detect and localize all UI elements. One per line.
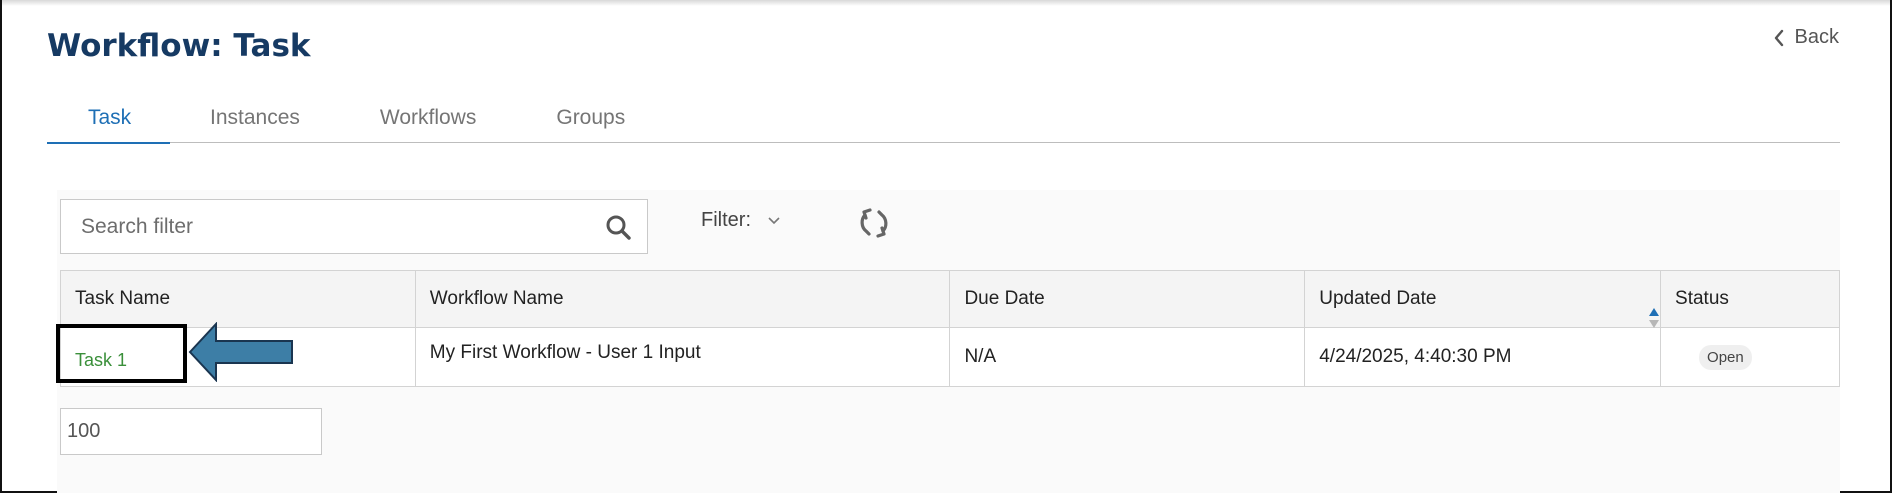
column-header-due-date[interactable]: Due Date	[949, 270, 1306, 328]
search-icon[interactable]	[605, 214, 631, 240]
status-badge: Open	[1699, 344, 1752, 370]
page-title: Workflow: Task	[47, 28, 311, 64]
filter-dropdown[interactable]: Filter:	[701, 209, 781, 232]
task-table: Task Name Workflow Name Due Date Updated…	[60, 270, 1840, 387]
tab-bar: Task Instances Workflows Groups	[47, 100, 1840, 144]
search-box	[60, 199, 648, 254]
column-header-workflow-name[interactable]: Workflow Name	[414, 270, 951, 328]
refresh-icon[interactable]	[857, 206, 891, 240]
workflow-name-text: My First Workflow - User 1 Input	[429, 342, 701, 363]
filter-label: Filter:	[701, 209, 751, 231]
chevron-left-icon	[1774, 29, 1783, 46]
cell-status: Open	[1660, 327, 1840, 387]
column-header-status[interactable]: Status	[1660, 270, 1840, 328]
back-button[interactable]: Back	[1773, 26, 1839, 49]
table-header-row: Task Name Workflow Name Due Date Updated…	[60, 270, 1840, 329]
tab-instances[interactable]: Instances	[170, 100, 340, 143]
search-input[interactable]	[81, 214, 581, 239]
column-header-task-name[interactable]: Task Name	[60, 270, 416, 328]
annotation-highlight-box	[56, 324, 187, 383]
page-size-box	[60, 408, 322, 455]
cell-updated-date: 4/24/2025, 4:40:30 PM	[1304, 327, 1662, 387]
tab-task[interactable]: Task	[47, 100, 170, 144]
page-size-input[interactable]	[67, 420, 307, 443]
sort-arrows-icon[interactable]	[1648, 307, 1660, 329]
column-header-updated-date[interactable]: Updated Date	[1304, 270, 1662, 329]
tab-workflows[interactable]: Workflows	[340, 100, 516, 143]
back-label: Back	[1794, 26, 1839, 48]
chevron-down-icon	[768, 216, 780, 224]
updated-date-label: Updated Date	[1319, 288, 1437, 309]
table-row[interactable]: Task 1 My First Workflow - User 1 Input …	[60, 327, 1840, 387]
tab-groups[interactable]: Groups	[516, 100, 665, 143]
cell-due-date: N/A	[949, 327, 1306, 387]
annotation-arrow-icon	[188, 322, 293, 382]
cell-workflow-name: My First Workflow - User 1 Input	[414, 327, 951, 387]
